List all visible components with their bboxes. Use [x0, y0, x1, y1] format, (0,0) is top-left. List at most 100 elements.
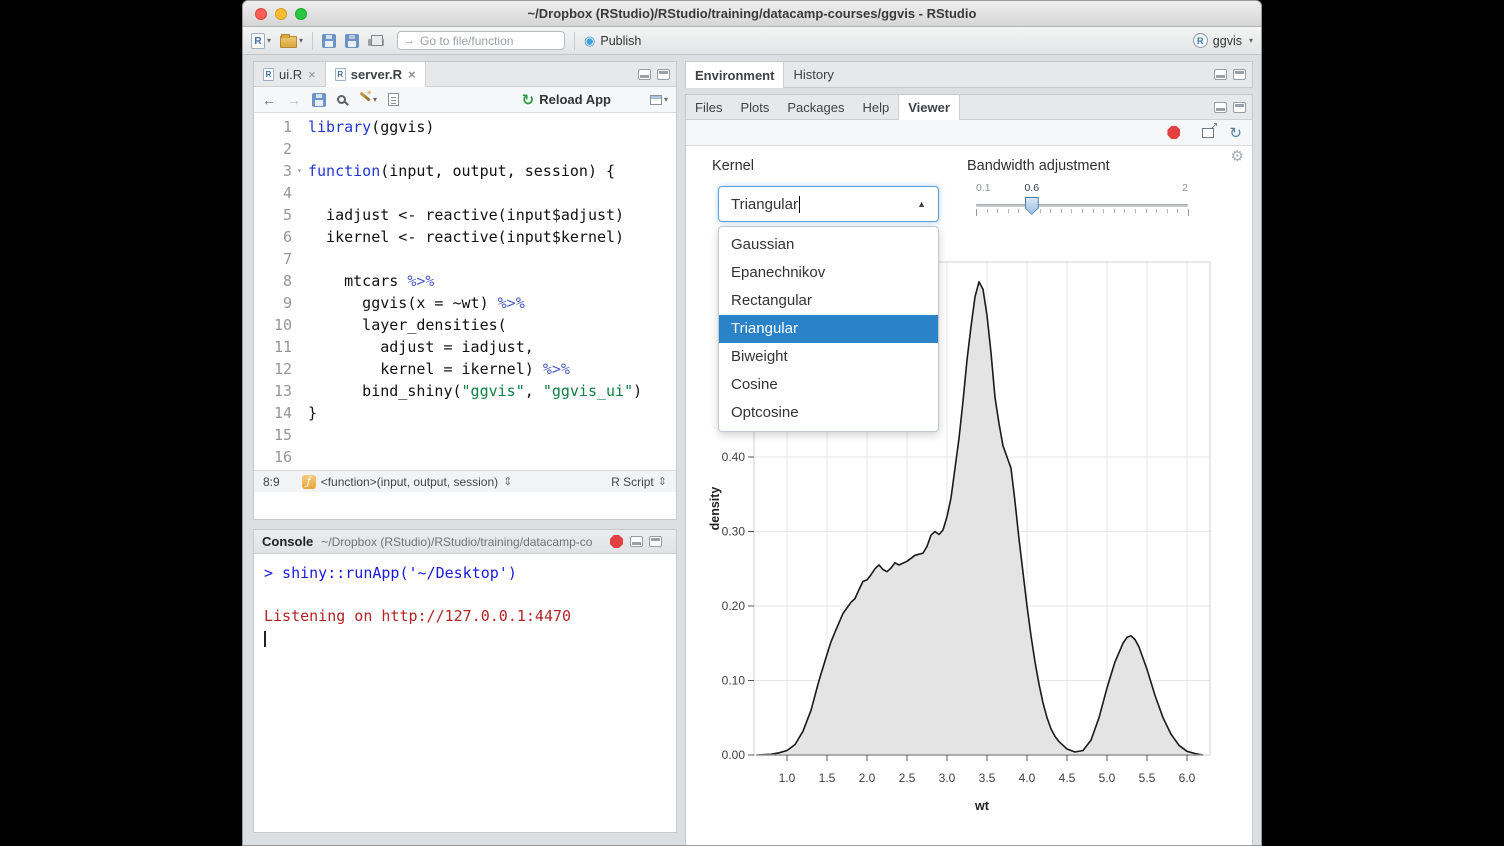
publish-label: Publish — [600, 34, 641, 48]
shiny-app-view: ⚙ Kernel Triangular ▲ GaussianEpanechnik… — [686, 146, 1252, 844]
gear-icon[interactable]: ⚙ — [1231, 147, 1244, 165]
tab-help[interactable]: Help — [853, 95, 898, 119]
tab-environment[interactable]: Environment — [686, 62, 784, 88]
close-tab-icon[interactable]: × — [308, 67, 316, 82]
code-editor[interactable]: 1library(ggvis)2 3▾function(input, outpu… — [254, 113, 676, 470]
bandwidth-slider[interactable]: 0.1 0.6 2 — [976, 180, 1188, 228]
minimize-pane-icon[interactable] — [1214, 102, 1227, 113]
line-number: 2 — [254, 138, 300, 160]
magic-wand-icon — [357, 93, 371, 107]
line-number: 16 — [254, 446, 300, 468]
code-line[interactable]: 2 — [254, 138, 676, 160]
tab-plots[interactable]: Plots — [731, 95, 778, 119]
code-line[interactable]: 13 bind_shiny("ggvis", "ggvis_ui") — [254, 380, 676, 402]
zoom-window-button[interactable] — [295, 8, 307, 20]
fold-icon[interactable]: ▾ — [297, 160, 302, 182]
tab-packages[interactable]: Packages — [778, 95, 853, 119]
chevron-down-icon: ▾ — [299, 36, 303, 45]
function-icon: ƒ — [302, 475, 316, 489]
svg-text:0.20: 0.20 — [722, 599, 746, 613]
stop-app-icon[interactable] — [1167, 126, 1180, 139]
code-line[interactable]: 6 ikernel <- reactive(input$kernel) — [254, 226, 676, 248]
code-line[interactable]: 4 — [254, 182, 676, 204]
kernel-select[interactable]: Triangular ▲ — [718, 186, 939, 222]
function-context-menu[interactable]: ƒ <function>(input, output, session) ⇕ — [302, 475, 513, 489]
close-tab-icon[interactable]: × — [408, 67, 416, 82]
reload-app-label: Reload App — [539, 92, 611, 107]
code-line[interactable]: 11 adjust = iadjust, — [254, 336, 676, 358]
code-text: layer_densities( — [300, 314, 507, 336]
save-button[interactable] — [322, 34, 336, 48]
code-line[interactable]: 16 — [254, 446, 676, 468]
kernel-option-optcosine[interactable]: Optcosine — [719, 399, 938, 427]
tab-server-r[interactable]: R server.R × — [325, 62, 426, 87]
kernel-option-gaussian[interactable]: Gaussian — [719, 231, 938, 259]
console-output[interactable]: > shiny::runApp('~/Desktop') Listening o… — [254, 554, 676, 656]
line-number: 15 — [254, 424, 300, 446]
maximize-pane-icon[interactable] — [1233, 102, 1246, 113]
refresh-icon[interactable]: ↻ — [1229, 124, 1242, 142]
file-type-label: R Script — [611, 475, 654, 489]
back-button[interactable]: ← — [262, 92, 276, 108]
goto-icon: → — [404, 35, 415, 47]
code-line[interactable]: 7 — [254, 248, 676, 270]
maximize-pane-icon[interactable] — [657, 69, 670, 80]
reload-app-button[interactable]: ↻ Reload App — [522, 91, 611, 109]
forward-button[interactable]: → — [287, 92, 301, 108]
kernel-option-epanechnikov[interactable]: Epanechnikov — [719, 259, 938, 287]
tab-viewer[interactable]: Viewer — [898, 95, 960, 120]
open-in-new-window-icon[interactable] — [1202, 128, 1214, 138]
new-file-button[interactable]: R▾ — [251, 33, 271, 49]
traffic-lights — [255, 8, 307, 20]
slider-tick — [1008, 209, 1009, 213]
line-number: 5 — [254, 204, 300, 226]
code-text — [300, 182, 317, 204]
code-line[interactable]: 1library(ggvis) — [254, 116, 676, 138]
svg-text:5.5: 5.5 — [1139, 771, 1156, 785]
code-line[interactable]: 10 layer_densities( — [254, 314, 676, 336]
project-switcher[interactable]: R ggvis ▾ — [1193, 33, 1253, 48]
kernel-option-cosine[interactable]: Cosine — [719, 371, 938, 399]
line-number: 12 — [254, 358, 300, 380]
slider-track[interactable] — [976, 204, 1188, 207]
close-window-button[interactable] — [255, 8, 267, 20]
tab-files[interactable]: Files — [686, 95, 731, 119]
code-line[interactable]: 14} — [254, 402, 676, 424]
minimize-pane-icon[interactable] — [630, 536, 643, 547]
open-file-button[interactable]: ▾ — [280, 33, 303, 48]
maximize-pane-icon[interactable] — [1233, 69, 1246, 80]
tab-history[interactable]: History — [784, 62, 842, 87]
file-type-menu[interactable]: R Script ⇕ — [611, 475, 667, 489]
minimize-pane-icon[interactable] — [1214, 69, 1227, 80]
print-button[interactable] — [368, 33, 384, 48]
code-line[interactable]: 3▾function(input, output, session) { — [254, 160, 676, 182]
kernel-option-biweight[interactable]: Biweight — [719, 343, 938, 371]
maximize-pane-icon[interactable] — [649, 536, 662, 547]
code-line[interactable]: 15 — [254, 424, 676, 446]
code-tools-button[interactable]: ▾ — [357, 93, 377, 107]
console-header[interactable]: Console ~/Dropbox (RStudio)/RStudio/trai… — [254, 530, 676, 554]
save-all-button[interactable] — [345, 34, 359, 48]
code-line[interactable]: 8 mtcars %>% — [254, 270, 676, 292]
goto-file-input[interactable]: → Go to file/function — [397, 31, 565, 50]
code-line[interactable]: 5 iadjust <- reactive(input$adjust) — [254, 204, 676, 226]
kernel-option-triangular[interactable]: Triangular — [719, 315, 938, 343]
save-source-button[interactable] — [312, 93, 326, 107]
tab-ui-r[interactable]: R ui.R × — [254, 62, 325, 86]
x-axis-title: wt — [974, 799, 990, 813]
stop-icon[interactable] — [610, 535, 623, 548]
compile-report-button[interactable] — [388, 93, 399, 106]
kernel-option-rectangular[interactable]: Rectangular — [719, 287, 938, 315]
code-line[interactable]: 9 ggvis(x = ~wt) %>% — [254, 292, 676, 314]
tab-label: History — [793, 67, 833, 82]
source-pane: R ui.R × R server.R × ← → ▾ ↻ Reloa — [253, 61, 677, 520]
code-line[interactable]: 12 kernel = ikernel) %>% — [254, 358, 676, 380]
find-replace-button[interactable] — [337, 95, 346, 104]
minimize-window-button[interactable] — [275, 8, 287, 20]
window-title: ~/Dropbox (RStudio)/RStudio/training/dat… — [243, 6, 1261, 21]
source-pane-menu-button[interactable]: ▾ — [650, 95, 668, 105]
svg-text:2.5: 2.5 — [899, 771, 916, 785]
minimize-pane-icon[interactable] — [638, 69, 651, 80]
publish-button[interactable]: ◉ Publish — [584, 33, 641, 49]
toolbar-separator — [312, 32, 313, 50]
